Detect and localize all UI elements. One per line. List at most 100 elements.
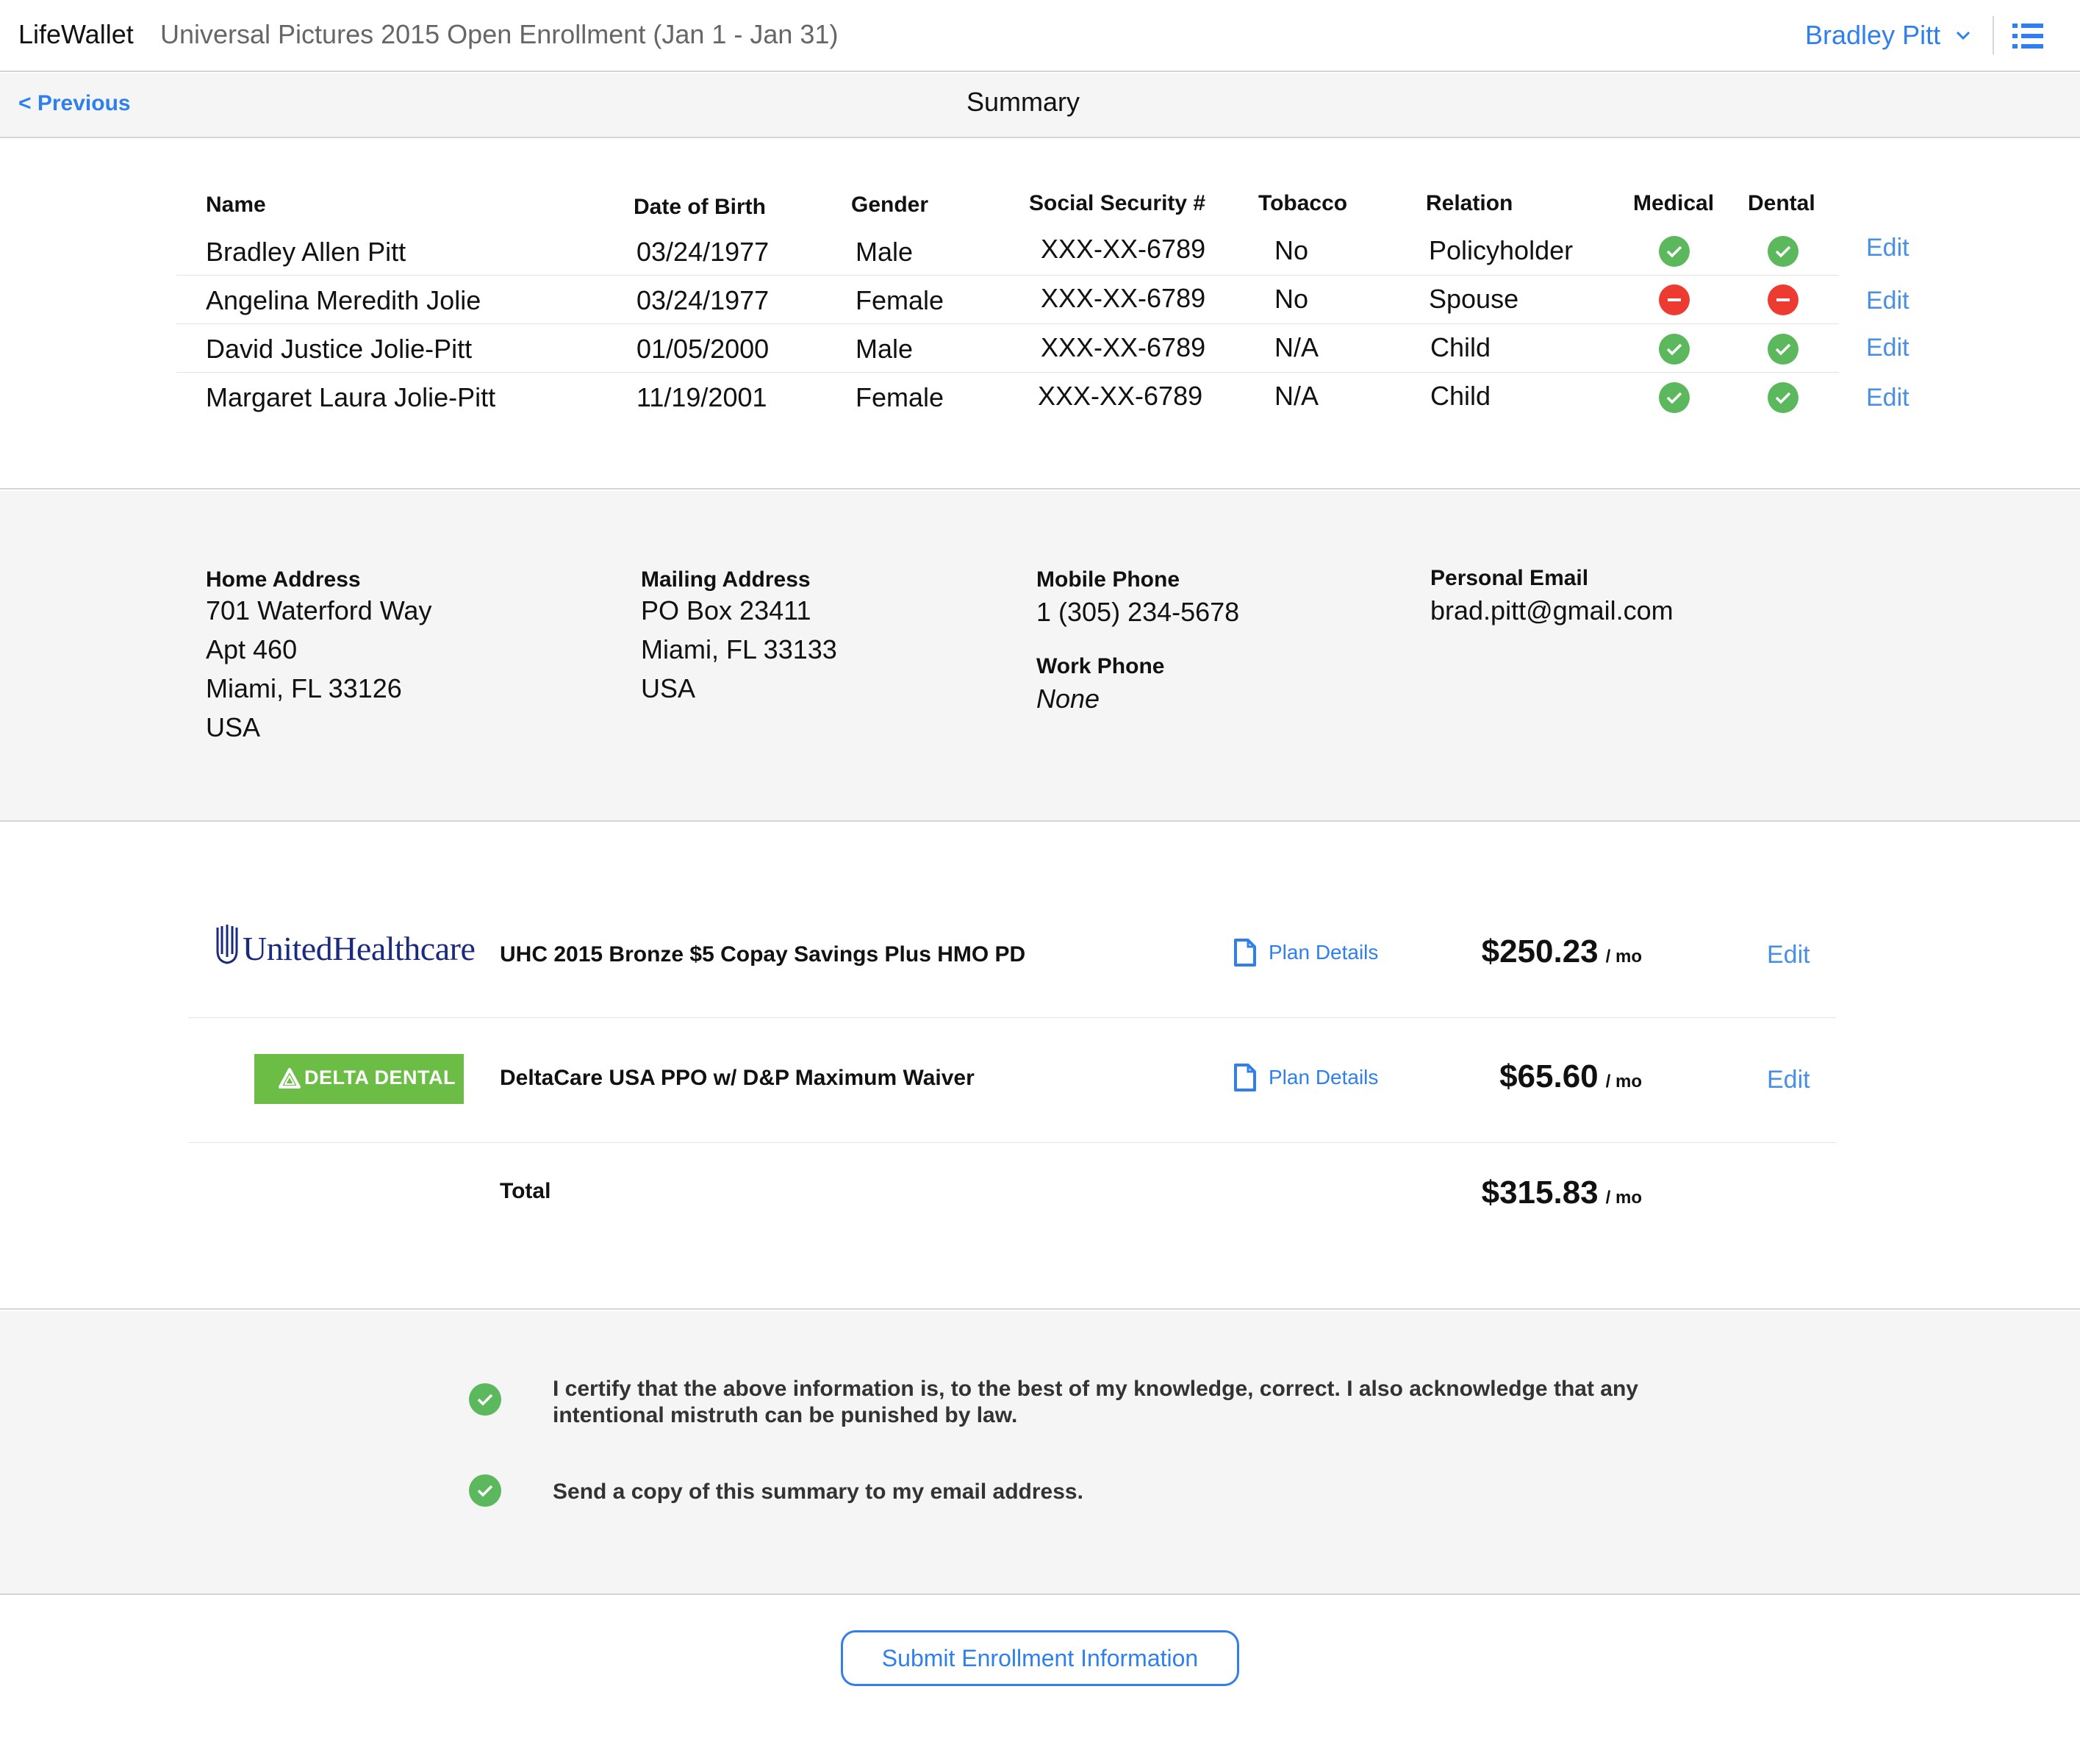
price-value: $250.23 bbox=[1481, 933, 1599, 969]
member-tobacco: N/A bbox=[1274, 332, 1319, 362]
top-bar: LifeWallet Universal Pictures 2015 Open … bbox=[0, 0, 2080, 72]
dental-enrolled-check-icon bbox=[1768, 382, 1799, 413]
user-name: Bradley Pitt bbox=[1805, 20, 1941, 50]
member-name: David Justice Jolie-Pitt bbox=[206, 334, 473, 364]
delta-dental-logo: DELTA DENTAL bbox=[254, 1054, 464, 1104]
unitedhealthcare-logo: UnitedHealthcare bbox=[243, 930, 476, 967]
member-gender: Female bbox=[856, 382, 944, 412]
work-phone-label: Work Phone bbox=[1036, 654, 1165, 678]
member-name: Margaret Laura Jolie-Pitt bbox=[206, 382, 496, 412]
submit-enrollment-button[interactable]: Submit Enrollment Information bbox=[841, 1630, 1239, 1686]
unitedhealthcare-shield-icon bbox=[216, 925, 238, 964]
edit-member-link[interactable]: Edit bbox=[1866, 234, 1909, 262]
member-tobacco: N/A bbox=[1274, 381, 1319, 411]
mailing-address-line: USA bbox=[641, 673, 696, 703]
mobile-phone-value: 1 (305) 234-5678 bbox=[1036, 597, 1240, 627]
mailing-address-line: Miami, FL 33133 bbox=[641, 634, 837, 664]
price-value: $65.60 bbox=[1499, 1058, 1599, 1094]
column-header-dob: Date of Birth bbox=[634, 195, 766, 219]
member-relation: Child bbox=[1430, 332, 1491, 362]
member-ssn: XXX-XX-6789 bbox=[1041, 234, 1206, 264]
edit-member-link[interactable]: Edit bbox=[1866, 334, 1909, 362]
plan-divider bbox=[188, 1142, 1836, 1143]
app-logo[interactable]: LifeWallet bbox=[18, 19, 134, 50]
member-tobacco: No bbox=[1274, 235, 1309, 265]
member-relation: Child bbox=[1430, 381, 1491, 411]
email-copy-statement: Send a copy of this summary to my email … bbox=[553, 1480, 1083, 1504]
member-dob: 11/19/2001 bbox=[636, 382, 767, 412]
mailing-address-label: Mailing Address bbox=[641, 567, 811, 592]
member-gender: Male bbox=[856, 334, 914, 364]
column-header-gender: Gender bbox=[851, 193, 929, 217]
medical-plan-name: UHC 2015 Bronze $5 Copay Savings Plus HM… bbox=[500, 942, 1026, 967]
member-tobacco: No bbox=[1274, 284, 1309, 314]
medical-plan-price: $250.23 / mo bbox=[1482, 933, 1642, 970]
edit-dental-plan-link[interactable]: Edit bbox=[1767, 1066, 1810, 1094]
list-menu-icon[interactable] bbox=[2012, 22, 2043, 50]
page-title: Summary bbox=[966, 87, 1080, 117]
family-members-table: Name Date of Birth Gender Social Securit… bbox=[0, 140, 2080, 490]
medical-enrolled-check-icon bbox=[1659, 334, 1690, 365]
document-icon bbox=[1234, 939, 1256, 967]
member-ssn: XXX-XX-6789 bbox=[1041, 283, 1206, 313]
selected-plans: UnitedHealthcare UHC 2015 Bronze $5 Copa… bbox=[0, 823, 2080, 1310]
member-name: Angelina Meredith Jolie bbox=[206, 285, 481, 315]
delta-triangle-icon bbox=[279, 1068, 301, 1089]
column-header-tobacco: Tobacco bbox=[1258, 191, 1348, 215]
row-divider bbox=[176, 372, 1839, 373]
home-address-line: USA bbox=[206, 712, 261, 742]
home-address-line: Apt 460 bbox=[206, 634, 298, 664]
email-copy-checkbox[interactable] bbox=[469, 1474, 501, 1507]
member-dob: 03/24/1977 bbox=[636, 285, 770, 315]
price-period: / mo bbox=[1605, 1072, 1642, 1091]
row-divider bbox=[176, 275, 1839, 276]
home-address-line: 701 Waterford Way bbox=[206, 595, 432, 625]
medical-plan-details-link[interactable]: Plan Details bbox=[1233, 938, 1378, 967]
plan-divider bbox=[188, 1017, 1836, 1018]
dental-plan-price: $65.60 / mo bbox=[1499, 1058, 1642, 1095]
member-relation: Spouse bbox=[1429, 284, 1519, 314]
edit-member-link[interactable]: Edit bbox=[1866, 384, 1909, 412]
dental-plan-details-link[interactable]: Plan Details bbox=[1233, 1063, 1378, 1092]
price-period: / mo bbox=[1605, 1188, 1642, 1208]
edit-member-link[interactable]: Edit bbox=[1866, 287, 1909, 315]
member-gender: Female bbox=[856, 285, 944, 315]
home-address-label: Home Address bbox=[206, 567, 361, 592]
chevron-down-icon bbox=[1957, 31, 1970, 40]
enrollment-title: Universal Pictures 2015 Open Enrollment … bbox=[160, 19, 839, 49]
document-icon bbox=[1234, 1064, 1256, 1091]
dental-enrolled-check-icon bbox=[1768, 236, 1799, 267]
certify-statement: I certify that the above information is,… bbox=[553, 1377, 1638, 1427]
dental-declined-minus-icon bbox=[1768, 284, 1799, 315]
member-ssn: XXX-XX-6789 bbox=[1038, 381, 1203, 411]
work-phone-value: None bbox=[1036, 684, 1100, 714]
column-header-name: Name bbox=[206, 193, 266, 217]
medical-enrolled-check-icon bbox=[1659, 236, 1690, 267]
header-divider bbox=[1993, 16, 1994, 54]
total-price-value: $315.83 bbox=[1481, 1175, 1599, 1211]
row-divider bbox=[176, 323, 1839, 324]
medical-declined-minus-icon bbox=[1659, 284, 1690, 315]
member-relation: Policyholder bbox=[1429, 235, 1574, 265]
member-ssn: XXX-XX-6789 bbox=[1041, 332, 1206, 362]
check-icon bbox=[477, 1394, 493, 1406]
total-label: Total bbox=[500, 1179, 551, 1203]
user-menu[interactable]: Bradley Pitt bbox=[1805, 20, 1974, 51]
personal-email-value: brad.pitt@gmail.com bbox=[1430, 595, 1674, 625]
column-header-ssn: Social Security # bbox=[1029, 191, 1206, 215]
certification-section: I certify that the above information is,… bbox=[0, 1311, 2080, 1595]
mailing-address-line: PO Box 23411 bbox=[641, 595, 811, 625]
delta-dental-wordmark: DELTA DENTAL bbox=[304, 1066, 456, 1089]
sub-navigation: < Previous Summary bbox=[0, 74, 2080, 138]
mobile-phone-label: Mobile Phone bbox=[1036, 567, 1180, 592]
plan-details-label: Plan Details bbox=[1269, 1066, 1379, 1089]
column-header-medical: Medical bbox=[1633, 191, 1715, 215]
member-gender: Male bbox=[856, 237, 914, 267]
column-header-dental: Dental bbox=[1748, 191, 1815, 215]
member-name: Bradley Allen Pitt bbox=[206, 237, 406, 267]
plan-details-label: Plan Details bbox=[1269, 941, 1379, 964]
certify-checkbox[interactable] bbox=[469, 1383, 501, 1416]
edit-medical-plan-link[interactable]: Edit bbox=[1767, 941, 1810, 969]
home-address-line: Miami, FL 33126 bbox=[206, 673, 402, 703]
dental-enrolled-check-icon bbox=[1768, 334, 1799, 365]
